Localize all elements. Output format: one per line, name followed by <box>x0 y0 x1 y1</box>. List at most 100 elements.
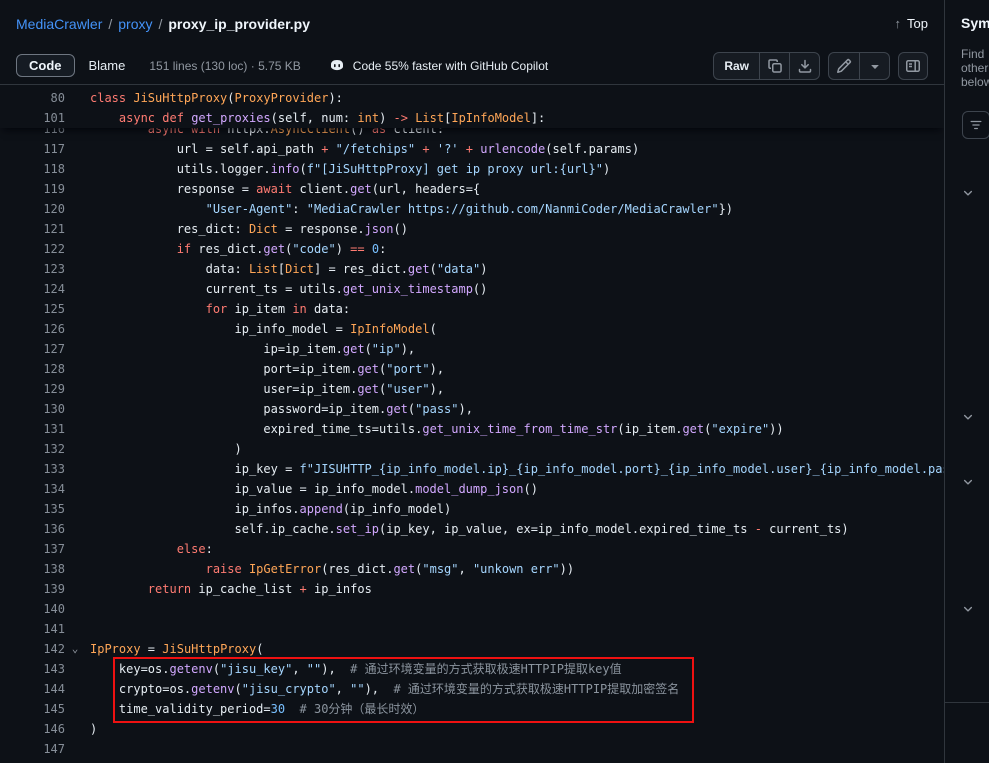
code-line: 146) <box>0 719 944 739</box>
triangle-down-icon <box>867 58 883 74</box>
breadcrumb-folder-link[interactable]: proxy <box>118 16 152 32</box>
code-line: 120 "User-Agent": "MediaCrawler https://… <box>0 199 944 219</box>
copilot-banner[interactable]: Code 55% faster with GitHub Copilot <box>329 58 548 74</box>
line-number[interactable]: 136 <box>39 519 65 539</box>
raw-button[interactable]: Raw <box>714 53 759 79</box>
code-text: raise IpGetError(res_dict.get("msg", "un… <box>90 559 574 579</box>
code-text: current_ts = utils.get_unix_timestamp() <box>90 279 487 299</box>
breadcrumb-repo-link[interactable]: MediaCrawler <box>16 16 102 32</box>
line-number[interactable]: 118 <box>39 159 65 179</box>
line-number[interactable]: 125 <box>39 299 65 319</box>
code-line: 118 utils.logger.info(f"[JiSuHttpProxy] … <box>0 159 944 179</box>
line-number[interactable]: 147 <box>39 739 65 759</box>
line-number[interactable]: 140 <box>39 599 65 619</box>
symbols-description-line: other <box>961 61 989 75</box>
line-number[interactable]: 80 <box>39 88 65 108</box>
copilot-banner-label: Code 55% faster with GitHub Copilot <box>353 59 548 73</box>
line-number[interactable]: 132 <box>39 439 65 459</box>
line-number[interactable]: 128 <box>39 359 65 379</box>
copy-button[interactable] <box>759 53 789 79</box>
code-text: ) <box>90 439 242 459</box>
code-line: 101 async def get_proxies(self, num: int… <box>0 108 944 128</box>
code-text: ) <box>90 719 97 739</box>
code-text: crypto=os.getenv("jisu_crypto", ""), # 通… <box>90 679 679 699</box>
chevron-down-icon[interactable] <box>962 186 974 204</box>
code-line: 127 ip=ip_item.get("ip"), <box>0 339 944 359</box>
code-line: 142⌄IpProxy = JiSuHttpProxy( <box>0 639 944 659</box>
symbols-panel-title: Sym <box>945 0 989 31</box>
line-number[interactable]: 138 <box>39 559 65 579</box>
code-tab[interactable]: Code <box>16 54 75 77</box>
line-number[interactable]: 135 <box>39 499 65 519</box>
code-line: 141 <box>0 619 944 639</box>
file-stats: 151 lines (130 loc) · 5.75 KB <box>149 59 300 73</box>
code-pane: 116 async with httpx.AsyncClient() as cl… <box>0 85 944 763</box>
code-text: else: <box>90 539 213 559</box>
line-number[interactable]: 120 <box>39 199 65 219</box>
edit-button[interactable] <box>829 53 859 79</box>
symbols-sidebar: Sym Find other below <box>944 0 989 763</box>
code-line: 147 <box>0 739 944 759</box>
code-text: port=ip_item.get("port"), <box>90 359 444 379</box>
symbols-panel-button[interactable] <box>898 52 928 80</box>
line-number[interactable]: 121 <box>39 219 65 239</box>
line-number[interactable]: 145 <box>39 699 65 719</box>
filter-button[interactable] <box>962 111 989 139</box>
code-line: 121 res_dict: Dict = response.json() <box>0 219 944 239</box>
code-text: "User-Agent": "MediaCrawler https://gith… <box>90 199 733 219</box>
code-line: 139 return ip_cache_list + ip_infos <box>0 579 944 599</box>
code-line: 117 url = self.api_path + "/fetchips" + … <box>0 139 944 159</box>
code-line: 123 data: List[Dict] = res_dict.get("dat… <box>0 259 944 279</box>
line-number[interactable]: 133 <box>39 459 65 479</box>
code-line: 132 ) <box>0 439 944 459</box>
line-number[interactable]: 130 <box>39 399 65 419</box>
line-number[interactable]: 126 <box>39 319 65 339</box>
line-number[interactable]: 144 <box>39 679 65 699</box>
raw-button-group: Raw <box>713 52 820 80</box>
chevron-down-icon[interactable] <box>962 410 974 428</box>
line-number[interactable]: 134 <box>39 479 65 499</box>
symbols-panel-description: Find other below <box>945 31 989 89</box>
line-number[interactable]: 123 <box>39 259 65 279</box>
line-number[interactable]: 124 <box>39 279 65 299</box>
line-number[interactable]: 127 <box>39 339 65 359</box>
code-lines: 116 async with httpx.AsyncClient() as cl… <box>0 119 944 759</box>
line-number[interactable]: 101 <box>39 108 65 128</box>
line-number[interactable]: 141 <box>39 619 65 639</box>
code-text: time_validity_period=30 # 30分钟（最长时效） <box>90 699 424 719</box>
back-to-top-button[interactable]: ↑ Top <box>895 16 928 31</box>
download-button[interactable] <box>789 53 819 79</box>
line-number[interactable]: 131 <box>39 419 65 439</box>
code-line: 145 time_validity_period=30 # 30分钟（最长时效） <box>0 699 944 719</box>
chevron-down-icon[interactable] <box>962 475 974 493</box>
code-text: return ip_cache_list + ip_infos <box>90 579 372 599</box>
code-text: data: List[Dict] = res_dict.get("data") <box>90 259 487 279</box>
line-number[interactable]: 129 <box>39 379 65 399</box>
code-line: 122 if res_dict.get("code") == 0: <box>0 239 944 259</box>
code-line: 144 crypto=os.getenv("jisu_crypto", ""),… <box>0 679 944 699</box>
code-text: if res_dict.get("code") == 0: <box>90 239 386 259</box>
code-text: password=ip_item.get("pass"), <box>90 399 473 419</box>
line-number[interactable]: 117 <box>39 139 65 159</box>
line-number[interactable]: 139 <box>39 579 65 599</box>
fold-chevron-icon[interactable]: ⌄ <box>68 642 82 656</box>
code-line: 124 current_ts = utils.get_unix_timestam… <box>0 279 944 299</box>
code-line: 138 raise IpGetError(res_dict.get("msg",… <box>0 559 944 579</box>
toolbar-actions: Raw <box>713 52 928 80</box>
sidebar-divider <box>945 702 989 703</box>
line-number[interactable]: 143 <box>39 659 65 679</box>
line-number[interactable]: 119 <box>39 179 65 199</box>
edit-dropdown-button[interactable] <box>859 53 889 79</box>
code-line: 119 response = await client.get(url, hea… <box>0 179 944 199</box>
line-number[interactable]: 146 <box>39 719 65 739</box>
file-toolbar: Code Blame 151 lines (130 loc) · 5.75 KB… <box>0 47 944 85</box>
blame-tab[interactable]: Blame <box>77 54 138 77</box>
line-number[interactable]: 122 <box>39 239 65 259</box>
copy-icon <box>767 58 783 74</box>
symbols-panel-icon <box>905 58 921 74</box>
code-text: utils.logger.info(f"[JiSuHttpProxy] get … <box>90 159 610 179</box>
line-number[interactable]: 142 <box>39 639 65 659</box>
code-text: ip_key = f"JISUHTTP_{ip_info_model.ip}_{… <box>90 459 944 479</box>
chevron-down-icon[interactable] <box>962 602 974 620</box>
line-number[interactable]: 137 <box>39 539 65 559</box>
